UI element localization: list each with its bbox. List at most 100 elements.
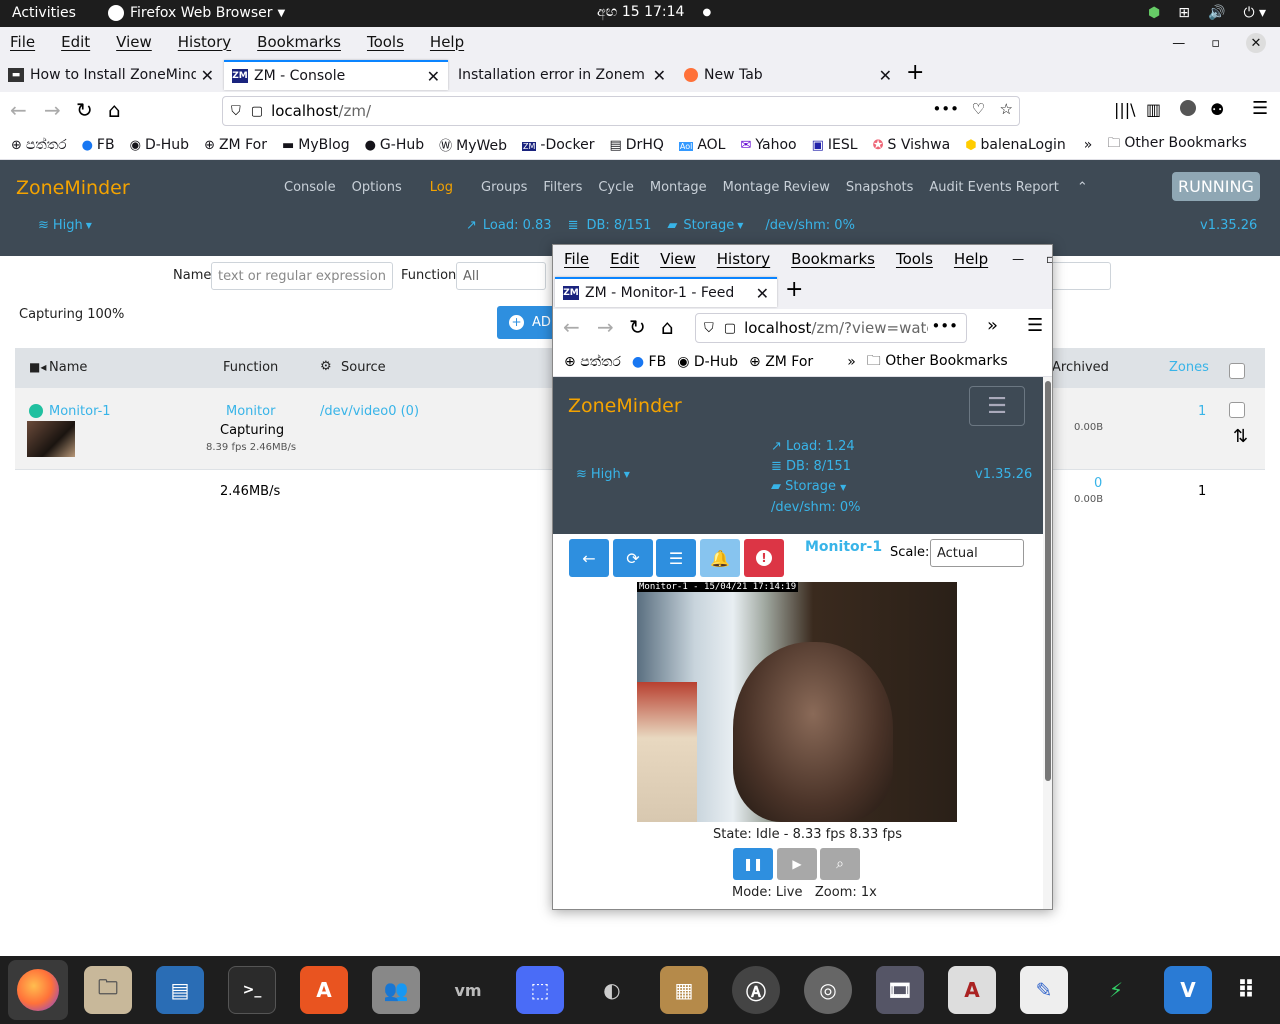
tab-zm-console[interactable]: ZM ZM - Console ✕ — [224, 60, 448, 90]
back-icon[interactable]: ← — [10, 98, 27, 122]
menu-file[interactable]: File — [564, 250, 589, 268]
hamburger-menu-icon[interactable]: ☰ — [1027, 315, 1043, 336]
zm-logo[interactable]: ZoneMinder — [568, 395, 682, 417]
system-tray[interactable]: ⬢ ⊞ 🔊 ⏻ ▾ — [1148, 5, 1266, 21]
tab-installation-error[interactable]: Installation error in Zoneminder ✕ — [450, 60, 674, 90]
bookmark-yahoo[interactable]: ✉ Yahoo — [740, 137, 796, 153]
monitor-thumbnail[interactable] — [27, 421, 75, 457]
live-feed-image[interactable]: Monitor-1 - 15/04/21 17:14:19 — [637, 582, 957, 822]
show-apps-button[interactable]: ⠿ — [1222, 966, 1270, 1014]
menu-edit[interactable]: Edit — [610, 250, 639, 268]
screenshot-dock-icon[interactable]: ⬚ — [516, 966, 564, 1014]
library-icon[interactable]: |||\ — [1114, 100, 1136, 119]
add-monitor-button[interactable]: + AD — [497, 306, 557, 339]
power-tool-dock-icon[interactable]: ⚡ — [1092, 966, 1140, 1014]
bookmark-fb[interactable]: ● FB — [82, 137, 115, 153]
menu-view[interactable]: View — [660, 250, 696, 268]
col-archived[interactable]: Archived — [1052, 360, 1109, 375]
popup-url-bar[interactable]: ⛉ ▢ localhost/zm/?view=watch ••• — [695, 313, 967, 343]
col-function[interactable]: Function — [223, 360, 278, 375]
back-icon[interactable]: ← — [563, 315, 580, 339]
close-tab-icon[interactable]: ✕ — [201, 66, 214, 85]
monitor-title[interactable]: Monitor-1 — [805, 539, 882, 555]
bookmark-dhub[interactable]: ◉ D-Hub — [130, 137, 189, 153]
page-actions-icon[interactable]: ••• — [932, 100, 959, 118]
tab-monitor-feed[interactable]: ZM ZM - Monitor-1 - Feed ✕ — [555, 277, 777, 307]
menu-history[interactable]: History — [717, 250, 770, 268]
minimize-icon[interactable]: — — [1172, 36, 1185, 51]
pocket-icon[interactable]: ♡ — [972, 100, 985, 118]
app-center-dock-icon[interactable]: Ⓐ — [732, 966, 780, 1014]
bookmark-ghub[interactable]: ● G-Hub — [365, 137, 425, 153]
scrollbar-thumb[interactable] — [1045, 381, 1051, 781]
bookmark-star-icon[interactable]: ☆ — [1000, 100, 1013, 118]
maximize-icon[interactable]: ▫ — [1046, 252, 1052, 266]
col-zones[interactable]: Zones — [1169, 360, 1209, 375]
menu-help[interactable]: Help — [954, 250, 988, 268]
video-editor-dock-icon[interactable]: 🎞 — [876, 966, 924, 1014]
bookmark-dhub[interactable]: ◉ D-Hub — [677, 354, 738, 370]
maximize-icon[interactable]: ▫ — [1211, 36, 1220, 51]
close-tab-icon[interactable]: ✕ — [756, 284, 769, 303]
forward-icon[interactable]: → — [44, 98, 61, 122]
back-button[interactable]: ← — [569, 539, 609, 577]
refresh-button[interactable]: ⟳ — [613, 539, 653, 577]
popup-scrollbar[interactable] — [1043, 377, 1052, 909]
new-tab-icon[interactable]: + — [785, 277, 803, 302]
nav-groups[interactable]: Groups — [481, 180, 527, 195]
monitor-name-link[interactable]: Monitor-1 — [49, 404, 111, 419]
menu-bookmarks[interactable]: Bookmarks — [257, 33, 341, 51]
sidebar-icon[interactable]: ▥ — [1146, 100, 1161, 119]
nav-audit-events[interactable]: Audit Events Report — [929, 180, 1058, 195]
total-archived-count[interactable]: 0 — [1094, 476, 1102, 491]
clock[interactable]: අඟ 15 17:14 ● — [597, 4, 711, 20]
more-bookmarks-icon[interactable]: » — [1084, 137, 1093, 153]
bookmark-balena[interactable]: ⬢ balenaLogin — [965, 137, 1066, 153]
url-bar[interactable]: ⛉ ▢ localhost/zm/ ••• ♡ ☆ — [222, 96, 1020, 126]
minimize-icon[interactable]: — — [1012, 252, 1024, 266]
close-tab-icon[interactable]: ✕ — [427, 67, 440, 86]
vmware-dock-icon[interactable]: vm — [444, 966, 492, 1014]
menu-help[interactable]: Help — [430, 33, 464, 51]
menu-tools[interactable]: Tools — [367, 33, 404, 51]
other-bookmarks[interactable]: 🗀 Other Bookmarks — [1107, 134, 1246, 156]
extension-icon[interactable]: ⚉ — [1210, 100, 1224, 119]
chevron-up-icon[interactable]: ⌃ — [1077, 180, 1088, 195]
menu-tools[interactable]: Tools — [896, 250, 933, 268]
tab-new-tab[interactable]: New Tab ✕ — [676, 60, 900, 90]
force-alarm-button[interactable]: ! — [744, 539, 784, 577]
new-tab-icon[interactable]: + — [906, 60, 924, 85]
bookmark-paththara[interactable]: ⊕ පත්තර — [11, 137, 67, 153]
nav-options[interactable]: Options — [352, 180, 402, 195]
menu-view[interactable]: View — [116, 33, 152, 51]
source-link[interactable]: /dev/video0 (0) — [320, 404, 419, 419]
filter-name-input[interactable]: text or regular expression — [211, 262, 393, 290]
bandwidth-dropdown[interactable]: ≋ High ▼ — [38, 218, 92, 233]
filter-extra-input[interactable] — [1050, 262, 1111, 290]
terminal-dock-icon[interactable]: >_ — [228, 966, 276, 1014]
reload-icon[interactable]: ↻ — [629, 315, 646, 339]
nav-montage-review[interactable]: Montage Review — [723, 180, 830, 195]
forward-icon[interactable]: → — [597, 315, 614, 339]
archive-dock-icon[interactable]: ▦ — [660, 966, 708, 1014]
scale-select[interactable]: Actual — [930, 539, 1024, 567]
play-button[interactable]: ▶ — [777, 848, 817, 880]
bookmark-paththara[interactable]: ⊕ පත්තර — [564, 354, 621, 370]
bookmark-myweb[interactable]: Ⓦ MyWeb — [439, 135, 507, 154]
writer-dock-icon[interactable]: ▤ — [156, 966, 204, 1014]
nav-cycle[interactable]: Cycle — [598, 180, 634, 195]
filter-function-select[interactable]: All — [456, 262, 546, 290]
close-tab-icon[interactable]: ✕ — [879, 66, 892, 85]
account-icon[interactable] — [1180, 100, 1196, 116]
sort-arrows-icon[interactable]: ⇅ — [1233, 426, 1248, 447]
zones-link[interactable]: 1 — [1198, 404, 1206, 419]
tab-install-zoneminder[interactable]: ▬ How to Install ZoneMinder ✕ — [0, 60, 222, 90]
page-actions-icon[interactable]: ••• — [931, 317, 958, 335]
pause-button[interactable]: ❚❚ — [733, 848, 773, 880]
nav-console[interactable]: Console — [284, 180, 336, 195]
gimp-dock-icon[interactable]: ◐ — [588, 966, 636, 1014]
settings-button[interactable]: ☰ — [656, 539, 696, 577]
storage-dropdown[interactable]: Storage — [785, 479, 836, 494]
zoom-button[interactable]: ⌕ — [820, 848, 860, 880]
alarm-button[interactable]: 🔔 — [700, 539, 740, 577]
